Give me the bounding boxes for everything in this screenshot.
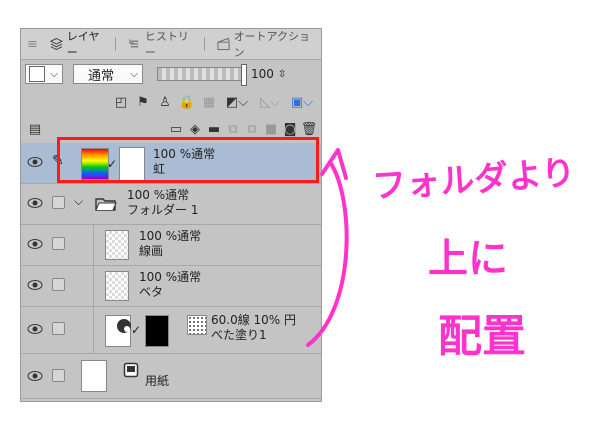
selection-highlight-box [57,137,319,183]
eye-icon[interactable] [27,196,43,210]
layer-property-toolbar: ◰ ⚑ ♙ 🔒 ▦ ◩⌵ ◺⌵ ▣⌵ [21,89,321,115]
layer-name: 用紙 [145,374,170,388]
layer-thumbnail [105,271,129,301]
tab-layer[interactable]: レイヤー [44,30,122,59]
layer-blend-info: 100 %通常 [127,188,190,202]
eye-icon[interactable] [27,369,43,383]
blend-row: ⌵ 通常 ⌵ 100 ⇳ [21,61,321,87]
trash-icon[interactable]: 🗑 [301,121,318,137]
layer-row-folder[interactable]: ⌵ 100 %通常 フォルダー 1 [21,184,321,225]
layer-blend-info: 60.0線 10% 円 [211,313,297,327]
tab-history-label: ヒストリー [144,30,189,59]
layer-blend-info: 100 %通常 [139,270,202,284]
tab-layer-label: レイヤー [66,30,100,59]
mask-select-icon[interactable]: ◩⌵ [223,94,251,110]
tab-auto-action[interactable]: オートアクション [211,30,322,59]
layer-row-lineart[interactable]: 100 %通常 線画 [21,225,321,266]
layer-name: 100 %通常 フォルダー 1 [127,188,198,218]
layer-list-icon[interactable]: ▤ [27,121,43,137]
annotation-arrow-icon [306,148,349,347]
draft-layer-icon[interactable]: ♙ [157,94,173,110]
layers-icon [49,37,63,51]
opacity-value[interactable]: 100 [251,67,274,81]
eye-icon[interactable] [27,278,43,292]
layer-thumbnail [105,230,129,260]
blend-mode-value: 通常 [88,68,115,84]
tone-thumbnail [187,315,207,335]
panel-menu-icon[interactable]: ≡ [21,33,44,55]
layer-blend-info: 100 %通常 [139,229,202,243]
apply-mask-icon[interactable]: ◙ [282,121,298,137]
opacity-slider[interactable] [157,64,247,86]
ruler-select-icon[interactable]: ◺⌵ [257,94,283,110]
layer-color-select[interactable]: ⌵ [25,64,63,84]
panel-tab-bar: ≡ レイヤー ヒストリー オートアクション [21,29,321,60]
annotation-line-1: フォルダより [371,152,577,208]
layer-select-checkbox[interactable] [52,369,65,382]
new-vector-layer-icon[interactable]: ◈ [187,121,203,137]
folder-icon [95,198,117,211]
layer-color-icon[interactable]: ▣⌵ [289,94,315,110]
eye-icon[interactable] [27,322,43,336]
layer-panel: ≡ レイヤー ヒストリー オートアクション ⌵ 通常 ⌵ 100 ⇳ ◰ ⚑ ♙… [20,28,322,402]
mask-create-icon[interactable]: ■ [263,121,279,137]
layer-select-checkbox[interactable] [52,322,65,335]
blend-mode-select[interactable]: 通常 ⌵ [73,64,143,84]
annotation-line-2: 上に [428,236,508,282]
merge-down-icon[interactable]: ⧉ [244,121,260,137]
paper-layer-icon [123,362,139,378]
layer-mask-thumbnail [145,315,169,347]
layer-thumbnail [81,360,107,392]
layer-name: 60.0線 10% 円 べた塗り1 [211,313,296,343]
layer-title: フォルダー 1 [127,203,199,217]
layer-name: 100 %通常 線画 [139,229,201,259]
layer-row-paper[interactable]: 用紙 [21,354,321,399]
square-icon [29,66,45,82]
layer-title: ベタ [139,285,164,299]
annotation-line-3: 配置 [438,311,526,362]
layer-row-flat[interactable]: 100 %通常 ベタ [21,266,321,307]
layer-title: 線画 [139,244,164,258]
lock-transparent-icon[interactable]: ▦ [201,94,217,110]
chevron-down-icon: ⌵ [50,68,58,80]
eye-icon[interactable] [27,155,43,169]
opacity-stepper-icon[interactable]: ⇳ [278,69,286,80]
tab-auto-action-label: オートアクション [233,30,311,59]
history-icon [129,39,139,48]
layer-select-checkbox[interactable] [52,278,65,291]
layer-row-tone[interactable]: ✓ 60.0線 10% 円 べた塗り1 [21,307,321,354]
reference-layer-icon[interactable]: ⚑ [135,94,151,110]
clapper-icon [216,37,230,51]
eye-icon[interactable] [27,237,43,251]
transfer-down-icon[interactable]: ⧉ [225,121,241,137]
thumbnail-check-icon: ✓ [131,323,142,337]
layer-title: べた塗り1 [211,328,267,342]
layer-name: 100 %通常 ベタ [139,270,201,300]
opacity-slider-handle[interactable] [241,64,247,86]
layer-select-checkbox[interactable] [52,196,65,209]
lock-icon[interactable]: 🔒 [179,94,195,110]
new-raster-layer-icon[interactable]: ▭ [168,121,184,137]
chevron-down-icon: ⌵ [130,68,138,80]
tab-history[interactable]: ヒストリー [122,30,211,59]
new-folder-icon[interactable]: ▬ [206,121,222,137]
layer-select-checkbox[interactable] [52,237,65,250]
clip-lower-layer-icon[interactable]: ◰ [113,94,129,110]
chevron-down-icon[interactable]: ⌵ [74,194,83,209]
